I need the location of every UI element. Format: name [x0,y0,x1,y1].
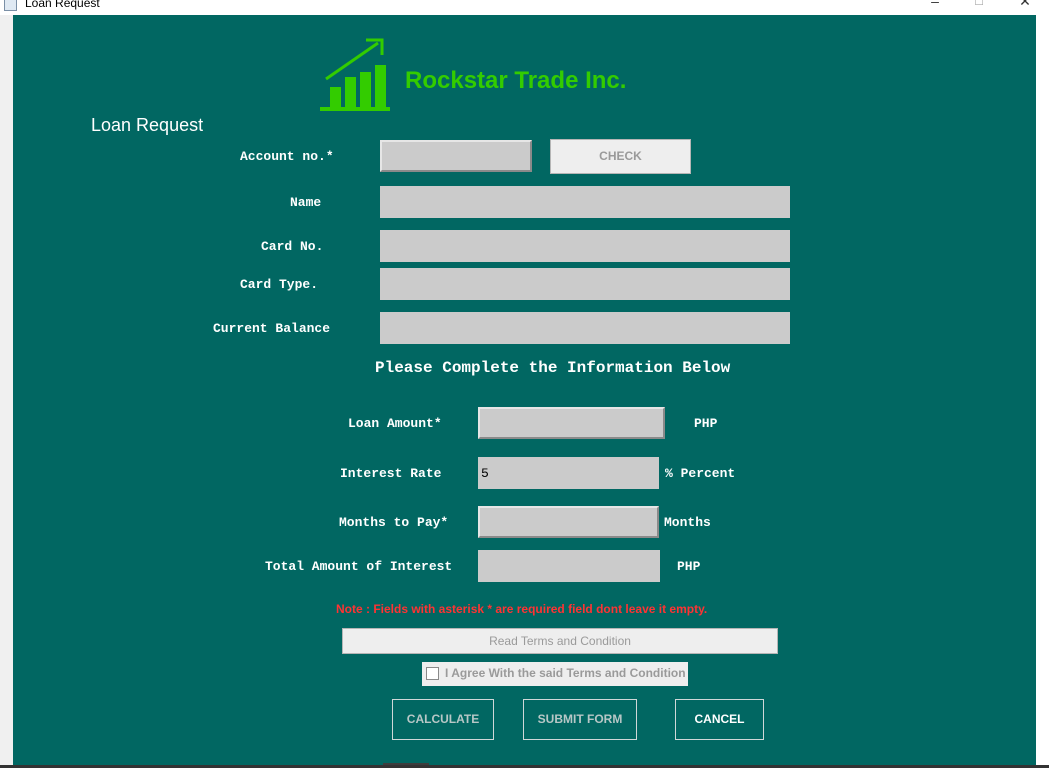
months-input[interactable] [480,508,657,536]
account-input[interactable] [382,142,530,170]
total-interest-input[interactable] [478,550,660,582]
total-interest-field[interactable] [478,550,660,582]
window-title: Loan Request [25,0,100,10]
interest-rate-input[interactable] [478,457,659,489]
loan-amount-input[interactable] [480,409,663,437]
minimize-icon[interactable]: – [925,0,945,9]
maximize-icon[interactable]: ☐ [969,0,989,8]
balance-field[interactable] [380,312,790,344]
months-label: Months to Pay* [339,515,449,530]
submit-form-button[interactable]: SUBMIT FORM [523,699,637,740]
card-type-input[interactable] [380,268,790,300]
total-interest-unit: PHP [677,559,701,574]
card-no-label: Card No. [261,239,324,254]
name-label: Name [290,195,322,210]
name-field[interactable] [380,186,790,218]
balance-label: Current Balance [213,321,331,336]
card-type-label: Card Type. [240,277,319,292]
balance-input[interactable] [380,312,790,344]
required-note: Note : Fields with asterisk * are requir… [336,602,708,616]
loan-amount-unit: PHP [694,416,718,431]
section-heading: Please Complete the Information Below [375,359,731,377]
card-type-field[interactable] [380,268,790,300]
read-terms-button[interactable]: Read Terms and Condition [342,628,778,654]
loan-amount-field[interactable] [478,407,665,439]
agree-checkbox[interactable] [426,667,439,680]
close-icon[interactable]: ✕ [1015,0,1035,10]
agree-label: I Agree With the said Terms and Conditio… [445,666,686,680]
window-border-right [1036,15,1049,768]
interest-rate-field[interactable] [478,457,659,489]
interest-rate-label: Interest Rate [340,466,442,481]
cancel-button[interactable]: CANCEL [675,699,764,740]
app-icon [4,0,17,11]
check-button[interactable]: CHECK [550,139,691,174]
main-panel: Rockstar Trade Inc. Loan Request Account… [13,15,1036,765]
total-interest-label: Total Amount of Interest [265,559,453,574]
card-no-input[interactable] [380,230,790,262]
loan-amount-label: Loan Amount* [348,416,442,431]
form-heading: Loan Request [91,115,204,135]
title-bar: Loan Request – ☐ ✕ [0,0,1049,15]
interest-rate-unit: % Percent [665,466,736,481]
account-label: Account no.* [240,149,334,164]
growth-chart-logo-icon [320,38,390,111]
card-no-field[interactable] [380,230,790,262]
calculate-button[interactable]: CALCULATE [392,699,494,740]
months-field[interactable] [478,506,659,538]
account-field[interactable] [380,140,532,172]
name-input[interactable] [380,186,790,218]
window-border-left [0,15,13,768]
brand-name: Rockstar Trade Inc. [405,67,627,94]
agree-checkbox-row[interactable]: I Agree With the said Terms and Conditio… [422,662,688,686]
months-unit: Months [664,515,711,530]
